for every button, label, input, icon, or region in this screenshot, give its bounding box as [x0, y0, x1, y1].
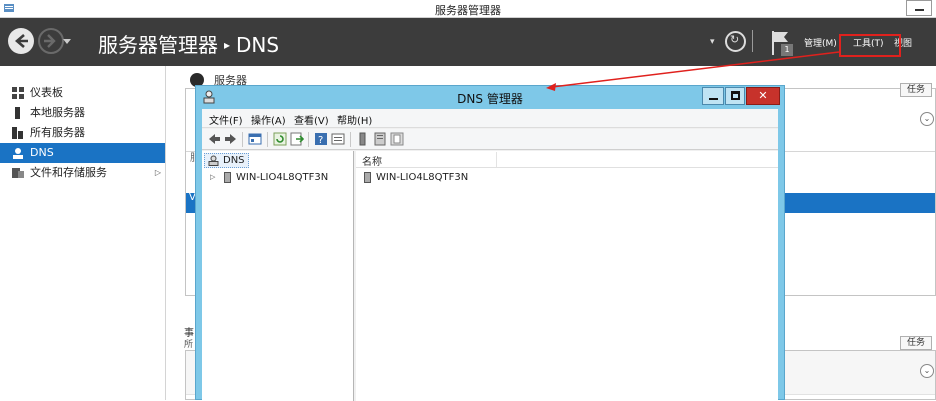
- dns-window-title: DNS 管理器: [457, 92, 523, 106]
- maximize-icon: [731, 91, 740, 100]
- dns-manager-window: DNS 管理器 ✕ 文件(F) 操作(A) 查看(V) 帮助(H) ? DNS …: [195, 85, 785, 401]
- dns-close-button[interactable]: ✕: [746, 87, 780, 105]
- dns-window-body: 文件(F) 操作(A) 查看(V) 帮助(H) ? DNS ▷ WIN-LIO4…: [202, 109, 778, 401]
- help-icon[interactable]: ?: [314, 132, 328, 146]
- column-header-name[interactable]: 名称: [362, 153, 382, 168]
- properties-icon[interactable]: [331, 132, 345, 146]
- manage-menu[interactable]: 管理(M): [804, 36, 837, 49]
- dns-toolbar: ?: [202, 129, 778, 150]
- console-tree: DNS ▷ WIN-LIO4L8QTF3N: [202, 151, 354, 401]
- submenu-chevron-icon: ▷: [154, 168, 161, 177]
- sidebar-item-dashboard[interactable]: 仪表板: [0, 83, 165, 103]
- back-icon[interactable]: [207, 132, 221, 146]
- navbar-divider: [752, 30, 753, 52]
- export-icon[interactable]: [290, 132, 304, 146]
- server-icon: [224, 172, 231, 183]
- minimize-icon: [915, 9, 924, 11]
- dns-window-titlebar[interactable]: DNS 管理器 ✕: [196, 86, 784, 108]
- toolbar-separator: [308, 132, 309, 147]
- dns-minimize-button[interactable]: [702, 87, 724, 105]
- file-menu[interactable]: 文件(F): [209, 112, 243, 127]
- refresh-button[interactable]: ↻: [725, 31, 746, 52]
- refresh-icon[interactable]: [273, 132, 287, 146]
- refresh-icon: ↻: [730, 33, 740, 46]
- toolbar-separator: [242, 132, 243, 147]
- window-title: 服务器管理器: [435, 4, 501, 17]
- server-manager-navbar: 服务器管理器 ▸ DNS ▾ ↻ 1 管理(M) 工具(T) 视图: [0, 18, 936, 66]
- forward-icon[interactable]: [224, 132, 238, 146]
- sidebar-item-label: DNS: [30, 146, 54, 159]
- list-item-label: WIN-LIO4L8QTF3N: [376, 172, 469, 183]
- breadcrumb-current: DNS: [236, 33, 280, 57]
- minimize-icon: [709, 98, 718, 100]
- dns-menubar: 文件(F) 操作(A) 查看(V) 帮助(H): [202, 109, 778, 128]
- list-item[interactable]: WIN-LIO4L8QTF3N: [362, 170, 468, 185]
- sidebar-item-file-storage[interactable]: 文件和存储服务 ▷: [0, 163, 165, 183]
- breadcrumb-separator: ▸: [224, 38, 231, 52]
- back-button[interactable]: [8, 28, 34, 54]
- back-arrow-icon: [15, 34, 28, 48]
- toolbar-separator: [350, 132, 351, 147]
- breadcrumb-root[interactable]: 服务器管理器: [98, 33, 218, 57]
- list-header: 名称: [356, 151, 778, 168]
- minimize-button[interactable]: [906, 0, 932, 16]
- window-titlebar: 服务器管理器: [0, 0, 936, 18]
- servers-tasks-button[interactable]: 任务: [900, 83, 932, 97]
- dashboard-icon: [12, 87, 24, 99]
- server-group-icon[interactable]: [390, 132, 404, 146]
- server-list-icon[interactable]: [373, 132, 387, 146]
- dns-icon: [208, 155, 219, 166]
- column-divider[interactable]: [496, 152, 497, 167]
- tree-node-label: WIN-LIO4L8QTF3N: [236, 172, 329, 183]
- forward-arrow-icon: [44, 34, 56, 48]
- sidebar-item-label: 所有服务器: [30, 126, 85, 139]
- expand-chevron-icon[interactable]: ⌄: [920, 364, 934, 378]
- dns-icon: [13, 148, 23, 159]
- all-servers-icon: [12, 127, 23, 139]
- dns-maximize-button[interactable]: [725, 87, 745, 105]
- tree-node-label: DNS: [223, 155, 245, 166]
- help-menu[interactable]: 帮助(H): [337, 112, 372, 127]
- tools-menu-highlight: [839, 34, 901, 57]
- breadcrumb: 服务器管理器 ▸ DNS: [98, 29, 279, 58]
- toolbar-separator: [267, 132, 268, 147]
- sidebar-item-all-servers[interactable]: 所有服务器: [0, 123, 165, 143]
- file-storage-icon: [12, 168, 24, 178]
- action-menu[interactable]: 操作(A): [251, 112, 286, 127]
- refresh-dropdown-icon[interactable]: ▾: [710, 37, 715, 47]
- tree-node-dns[interactable]: DNS: [204, 153, 249, 168]
- history-dropdown-icon[interactable]: [62, 36, 72, 46]
- local-server-icon: [15, 107, 20, 119]
- tree-node-server[interactable]: ▷ WIN-LIO4L8QTF3N: [210, 170, 328, 185]
- events-tasks-button[interactable]: 任务: [900, 336, 932, 350]
- sidebar: 仪表板 本地服务器 所有服务器 DNS 文件和存储服务 ▷: [0, 66, 166, 400]
- sidebar-item-label: 仪表板: [30, 86, 63, 99]
- notification-badge: 1: [781, 44, 793, 56]
- sidebar-item-local-server[interactable]: 本地服务器: [0, 103, 165, 123]
- view-menu[interactable]: 查看(V): [294, 112, 329, 127]
- results-pane: 名称 WIN-LIO4L8QTF3N: [356, 151, 778, 401]
- sidebar-item-label: 文件和存储服务: [30, 166, 107, 179]
- expand-chevron-icon[interactable]: ⌄: [920, 112, 934, 126]
- server-icon[interactable]: [356, 132, 370, 146]
- sidebar-item-dns[interactable]: DNS: [0, 143, 165, 163]
- events-subheading: 所: [184, 340, 194, 350]
- expand-icon[interactable]: ▷: [210, 170, 215, 185]
- sidebar-item-label: 本地服务器: [30, 106, 85, 119]
- console-tree-icon[interactable]: [248, 132, 262, 146]
- server-icon: [364, 172, 371, 183]
- forward-button[interactable]: [38, 28, 64, 54]
- svg-text:?: ?: [318, 135, 323, 146]
